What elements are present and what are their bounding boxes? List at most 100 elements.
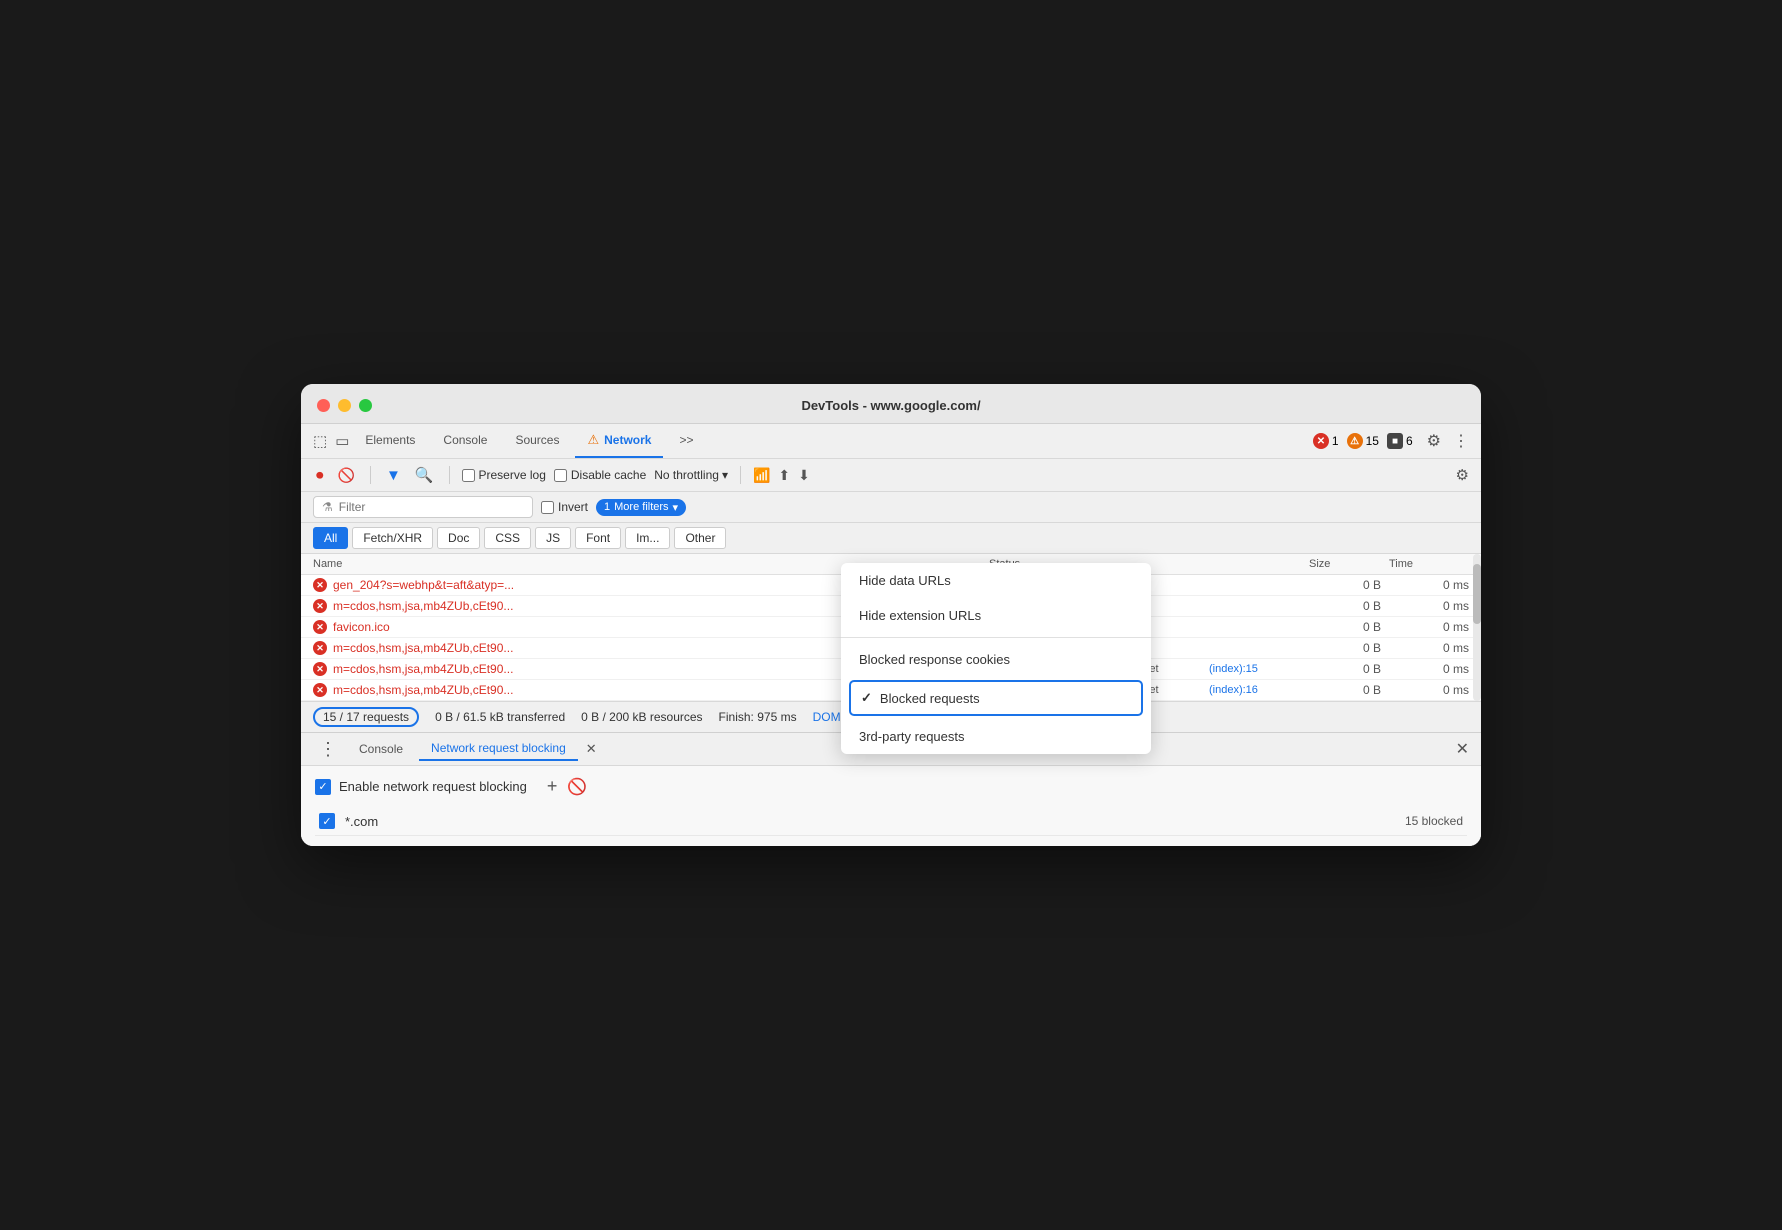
- scrollbar-thumb[interactable]: [1473, 564, 1481, 624]
- enable-blocking-row: ✓ Enable network request blocking: [315, 779, 527, 795]
- dropdown-blocked-response-cookies[interactable]: Blocked response cookies: [841, 642, 1151, 677]
- resources-status: 0 B / 200 kB resources: [581, 710, 702, 724]
- filter-bar: ⚗ Invert 1 More filters ▾: [301, 492, 1481, 523]
- requests-count-pill: 15 / 17 requests: [313, 707, 419, 727]
- tab-elements[interactable]: Elements: [353, 425, 427, 457]
- wifi-icon[interactable]: 📶: [753, 467, 770, 484]
- add-rule-button[interactable]: +: [547, 776, 558, 797]
- blocking-panel: ✓ Enable network request blocking + 🚫 ✓ …: [301, 766, 1481, 846]
- filter-doc-button[interactable]: Doc: [437, 527, 480, 549]
- network-warning-icon: ⚠: [587, 432, 599, 448]
- row-size-2: 0 B: [1309, 599, 1389, 613]
- row-error-icon-3: ✕: [313, 620, 327, 634]
- dropdown-blocked-requests-container: ✓ Blocked requests: [849, 680, 1143, 716]
- window-title: DevTools - www.google.com/: [801, 398, 980, 413]
- settings-icon[interactable]: ⚙: [1427, 431, 1441, 451]
- row-initiator-6: (index):16: [1209, 684, 1309, 696]
- rule-checkbox[interactable]: ✓: [319, 813, 335, 829]
- row-time-5: 0 ms: [1389, 662, 1469, 676]
- tab-sources[interactable]: Sources: [503, 425, 571, 457]
- row-time-2: 0 ms: [1389, 599, 1469, 613]
- filter-all-button[interactable]: All: [313, 527, 348, 549]
- close-bottom-panel-button[interactable]: ✕: [1456, 739, 1469, 759]
- filter-font-button[interactable]: Font: [575, 527, 621, 549]
- error-icon: ✕: [1313, 433, 1329, 449]
- hide-extension-urls-label: Hide extension URLs: [859, 608, 981, 623]
- clear-rules-button[interactable]: 🚫: [567, 777, 587, 797]
- blocked-requests-checkmark: ✓: [861, 690, 872, 706]
- tab-bottom-network-request-blocking[interactable]: Network request blocking: [419, 737, 578, 761]
- close-tab-icon[interactable]: ✕: [582, 739, 601, 759]
- toolbar-divider: [370, 466, 371, 484]
- filter-css-button[interactable]: CSS: [484, 527, 531, 549]
- info-badge: ■ 6: [1387, 433, 1413, 449]
- dropdown-hide-data-urls[interactable]: Hide data URLs: [841, 563, 1151, 598]
- hide-data-urls-label: Hide data URLs: [859, 573, 951, 588]
- row-size-6: 0 B: [1309, 683, 1389, 697]
- enable-blocking-label: Enable network request blocking: [339, 779, 527, 794]
- download-icon[interactable]: ⬇: [798, 467, 810, 484]
- row-size-3: 0 B: [1309, 620, 1389, 634]
- filter-img-button[interactable]: Im...: [625, 527, 670, 549]
- blocking-header: ✓ Enable network request blocking + 🚫: [315, 776, 1467, 797]
- row-size-5: 0 B: [1309, 662, 1389, 676]
- rule-pattern: *.com: [345, 814, 378, 829]
- throttling-select[interactable]: No throttling ▾: [654, 468, 728, 482]
- stop-recording-button[interactable]: ⏺: [313, 464, 327, 487]
- pointer-icon[interactable]: ⬚: [313, 432, 327, 450]
- tab-more[interactable]: >>: [667, 425, 705, 457]
- enable-blocking-checkbox[interactable]: ✓: [315, 779, 331, 795]
- transferred-status: 0 B / 61.5 kB transferred: [435, 710, 565, 724]
- filter-js-button[interactable]: JS: [535, 527, 571, 549]
- row-error-icon-4: ✕: [313, 641, 327, 655]
- row-error-icon-6: ✕: [313, 683, 327, 697]
- tab-bar: ⬚ ▭ Elements Console Sources ⚠ Network >…: [301, 424, 1481, 459]
- filter-fetch-xhr-button[interactable]: Fetch/XHR: [352, 527, 433, 549]
- finish-status: Finish: 975 ms: [719, 710, 797, 724]
- dropdown-3rd-party-requests[interactable]: 3rd-party requests: [841, 719, 1151, 754]
- devtools-window: DevTools - www.google.com/ ⬚ ▭ Elements …: [301, 384, 1481, 846]
- row-time-6: 0 ms: [1389, 683, 1469, 697]
- traffic-lights: [317, 399, 372, 412]
- preserve-log-checkbox[interactable]: Preserve log: [462, 468, 546, 482]
- dropdown-divider: [841, 637, 1151, 638]
- more-filters-arrow-icon: ▾: [673, 501, 679, 514]
- device-icon[interactable]: ▭: [335, 432, 349, 450]
- titlebar: DevTools - www.google.com/: [301, 384, 1481, 424]
- dropdown-hide-extension-urls[interactable]: Hide extension URLs: [841, 598, 1151, 633]
- bottom-panel-more-icon[interactable]: ⋮: [313, 739, 343, 760]
- search-icon[interactable]: 🔍: [412, 463, 437, 487]
- row-initiator-5: (index):15: [1209, 663, 1309, 675]
- clear-button[interactable]: 🚫: [335, 464, 358, 487]
- invert-checkbox[interactable]: Invert: [541, 500, 588, 514]
- blocked-requests-label: Blocked requests: [880, 691, 980, 706]
- close-button[interactable]: [317, 399, 330, 412]
- row-size-1: 0 B: [1309, 578, 1389, 592]
- scrollbar[interactable]: [1473, 554, 1481, 701]
- blocked-count: 15 blocked: [1405, 814, 1463, 828]
- network-toolbar: ⏺ 🚫 ▼ 🔍 Preserve log Disable cache No th…: [301, 459, 1481, 492]
- maximize-button[interactable]: [359, 399, 372, 412]
- minimize-button[interactable]: [338, 399, 351, 412]
- dropdown-blocked-requests[interactable]: ✓ Blocked requests: [851, 682, 1141, 714]
- tab-network[interactable]: ⚠ Network: [575, 424, 663, 458]
- error-badges: ✕ 1 ⚠ 15 ■ 6 ⚙ ⋮: [1313, 431, 1469, 451]
- filter-icon[interactable]: ▼: [383, 464, 404, 487]
- network-settings-icon[interactable]: ⚙: [1456, 466, 1469, 484]
- upload-icon[interactable]: ⬆: [778, 467, 790, 484]
- row-size-4: 0 B: [1309, 641, 1389, 655]
- filter-other-button[interactable]: Other: [674, 527, 726, 549]
- filter-input[interactable]: [339, 500, 524, 514]
- tab-console[interactable]: Console: [431, 425, 499, 457]
- more-filters-button[interactable]: 1 More filters ▾: [596, 499, 686, 516]
- tab-bottom-console[interactable]: Console: [347, 738, 415, 760]
- warning-icon: ⚠: [1347, 433, 1363, 449]
- blocking-rule-item: ✓ *.com 15 blocked: [315, 807, 1467, 836]
- row-time-4: 0 ms: [1389, 641, 1469, 655]
- more-options-icon[interactable]: ⋮: [1453, 431, 1469, 451]
- disable-cache-checkbox[interactable]: Disable cache: [554, 468, 646, 482]
- blocked-response-cookies-label: Blocked response cookies: [859, 652, 1010, 667]
- info-icon: ■: [1387, 433, 1403, 449]
- filter-funnel-icon: ⚗: [322, 500, 333, 514]
- error-badge: ✕ 1: [1313, 433, 1339, 449]
